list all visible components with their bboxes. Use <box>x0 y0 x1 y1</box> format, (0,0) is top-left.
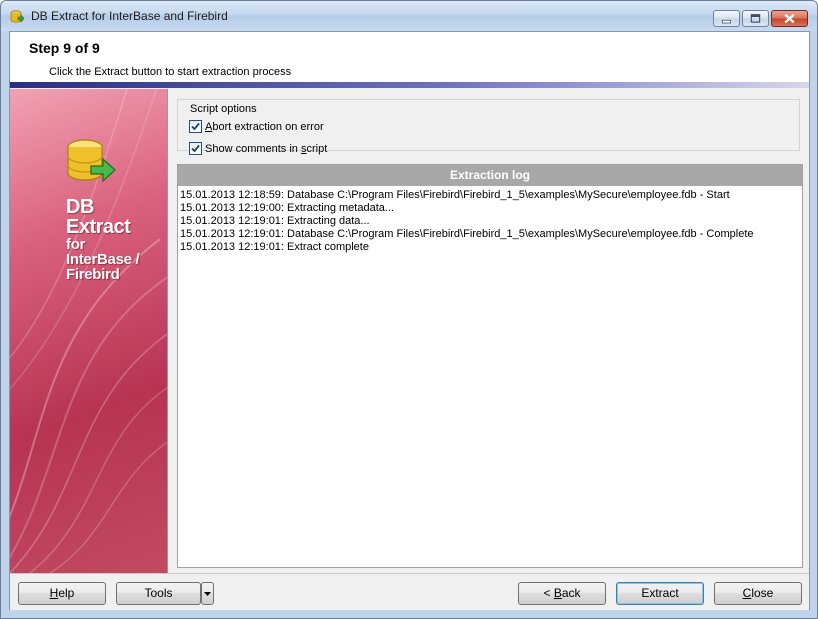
product-line-4: InterBase / <box>66 251 140 268</box>
extraction-log-text[interactable]: 15.01.2013 12:18:59: Database C:\Program… <box>178 186 802 257</box>
sidebar-banner: DB Extract for InterBase / Firebird <box>10 89 168 573</box>
extraction-log-title: Extraction log <box>178 165 802 186</box>
abort-on-error-option[interactable]: Abort extraction on error <box>189 120 324 133</box>
extraction-log-panel: Extraction log 15.01.2013 12:18:59: Data… <box>177 164 803 568</box>
step-title: Step 9 of 9 <box>29 40 100 56</box>
script-options-title: Script options <box>188 103 259 115</box>
product-name: DB Extract for InterBase / Firebird <box>66 196 140 283</box>
back-label: ack <box>561 586 581 600</box>
wizard-header: Step 9 of 9 Click the Extract button to … <box>10 32 809 82</box>
log-line: 15.01.2013 12:19:01: Extracting data... <box>180 215 370 227</box>
close-label: lose <box>751 586 774 600</box>
extract-button[interactable]: Extract <box>616 582 704 605</box>
main-content: Script options Abort extraction on error… <box>169 89 809 573</box>
checkmark-icon <box>191 144 200 153</box>
database-export-icon <box>67 139 116 183</box>
abort-on-error-label: Abort extraction on error <box>205 121 324 133</box>
window-title: DB Extract for InterBase and Firebird <box>31 9 228 23</box>
header-divider <box>10 82 809 88</box>
back-arrow: < <box>543 586 554 600</box>
maximize-icon <box>750 14 761 23</box>
product-line-1: DB <box>66 196 94 218</box>
show-comments-option[interactable]: Show comments in script <box>189 142 327 155</box>
minimize-icon <box>721 19 732 24</box>
checkmark-icon <box>191 122 200 131</box>
log-line: 15.01.2013 12:19:01: Extract complete <box>180 241 369 253</box>
log-line: 15.01.2013 12:19:01: Database C:\Program… <box>180 228 754 240</box>
help-label: elp <box>58 586 75 600</box>
abort-on-error-checkbox[interactable] <box>189 120 202 133</box>
log-line: 15.01.2013 12:18:59: Database C:\Program… <box>180 189 730 201</box>
label-part: Show comments in <box>205 142 301 155</box>
label-part: bort extraction on error <box>212 120 324 133</box>
back-accesskey: B <box>553 586 562 600</box>
show-comments-label: Show comments in script <box>205 143 327 155</box>
step-description: Click the Extract button to start extrac… <box>49 66 292 78</box>
maximize-button[interactable] <box>742 10 769 27</box>
database-app-icon <box>10 10 24 23</box>
window-close-button[interactable] <box>771 10 808 27</box>
wizard-footer: Help Tools < Back Extract Close <box>10 573 809 610</box>
title-bar[interactable]: DB Extract for InterBase and Firebird <box>1 1 817 31</box>
wizard-panel: Step 9 of 9 Click the Extract button to … <box>9 31 810 610</box>
product-line-2: Extract <box>66 216 131 238</box>
log-line: 15.01.2013 12:19:00: Extracting metadata… <box>180 202 395 214</box>
chevron-down-icon <box>204 592 211 596</box>
back-button[interactable]: < Back <box>518 582 606 605</box>
product-line-3: for <box>66 236 86 253</box>
close-button[interactable]: Close <box>714 582 802 605</box>
help-button[interactable]: Help <box>18 582 106 605</box>
tools-button[interactable]: Tools <box>116 582 201 605</box>
minimize-button[interactable] <box>713 10 740 27</box>
label-part: cript <box>306 142 328 155</box>
tools-dropdown-button[interactable] <box>201 582 214 605</box>
script-options-group: Script options Abort extraction on error… <box>177 99 800 155</box>
show-comments-checkbox[interactable] <box>189 142 202 155</box>
close-icon <box>784 13 795 24</box>
app-window: DB Extract for InterBase and Firebird St… <box>0 0 818 619</box>
product-line-5: Firebird <box>66 266 120 283</box>
